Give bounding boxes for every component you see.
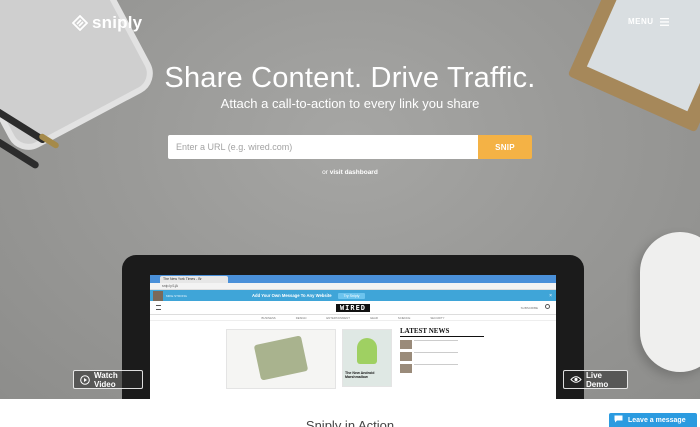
close-icon: × xyxy=(549,293,552,299)
sniply-cta-bar: MIKE STRONG Add Your Own Message To Any … xyxy=(150,290,556,301)
site-nav-item: DESIGN xyxy=(295,316,307,320)
live-demo-label: Live Demo xyxy=(586,370,609,389)
site-nav-item: BUSINESS xyxy=(261,316,276,320)
site-subscribe: SUBSCRIBE xyxy=(520,306,538,310)
article-card xyxy=(226,329,336,389)
list-item xyxy=(400,364,484,373)
leave-message-label: Leave a message xyxy=(628,416,686,424)
visit-dashboard-link[interactable]: visit dashboard xyxy=(330,169,378,176)
site-logo: WIRED xyxy=(335,303,371,312)
news-text xyxy=(414,364,458,371)
play-icon xyxy=(80,374,90,385)
site-nav-item: GEAR xyxy=(369,316,378,320)
android-image xyxy=(357,338,377,364)
live-demo-button[interactable]: Live Demo xyxy=(563,370,628,389)
article-image xyxy=(253,335,309,381)
watch-video-label: Watch Video xyxy=(94,370,118,389)
latest-news-title: LATEST NEWS xyxy=(400,327,484,337)
sniply-bar-name: MIKE STRONG xyxy=(166,293,188,298)
site-nav-item: SCIENCE xyxy=(397,316,411,320)
news-thumb xyxy=(400,352,412,361)
hamburger-icon xyxy=(156,305,161,310)
browser-tab: The New York Times - Br xyxy=(160,276,228,283)
news-text xyxy=(414,352,458,359)
laptop-mockup: The New York Times - Br snip.ly/1jA MIKE… xyxy=(122,255,584,399)
logo[interactable]: sniply xyxy=(72,13,142,33)
site-nav-item: SECURITY xyxy=(430,316,445,320)
site-header: WIRED SUBSCRIBE xyxy=(150,301,556,315)
site-nav-item: ENTERTAINMENT xyxy=(326,316,350,320)
chat-icon xyxy=(614,415,623,425)
leave-message-button[interactable]: Leave a message xyxy=(609,413,697,427)
page-title: Share Content. Drive Traffic. xyxy=(164,62,536,94)
sniply-bar-cta: Try Sniply xyxy=(337,292,366,299)
sniply-bar-message: Add Your Own Message To Any Website xyxy=(252,293,332,298)
list-item xyxy=(400,352,484,361)
news-text xyxy=(414,340,458,347)
dashboard-line: or visit dashboard xyxy=(0,169,700,176)
browser-url-bar: snip.ly/1jA xyxy=(150,283,556,290)
hamburger-icon xyxy=(659,17,669,26)
snip-form: SNIP xyxy=(168,135,532,159)
browser-tab-bar: The New York Times - Br xyxy=(150,275,556,283)
article-card: The New Android Marshmallow xyxy=(342,329,392,387)
search-icon xyxy=(545,304,550,309)
eye-icon xyxy=(570,375,582,384)
hero-section: sniply MENU Share Content. Drive Traffic… xyxy=(0,0,700,399)
dashboard-prefix: or xyxy=(322,169,328,176)
mouse-decoration xyxy=(640,232,700,372)
page-subtitle: Attach a call-to-action to every link yo… xyxy=(220,96,480,111)
logo-text: sniply xyxy=(92,13,143,32)
news-thumb xyxy=(400,340,412,349)
menu-label: MENU xyxy=(628,17,654,26)
list-item xyxy=(400,340,484,349)
section-title: Sniply in Action xyxy=(305,418,395,427)
news-thumb xyxy=(400,364,412,373)
watch-video-button[interactable]: Watch Video xyxy=(73,370,143,389)
menu-button[interactable]: MENU xyxy=(628,17,669,26)
url-input[interactable] xyxy=(168,135,478,159)
article-caption: The New Android Marshmallow xyxy=(345,371,375,379)
avatar xyxy=(153,290,163,301)
latest-news: LATEST NEWS xyxy=(400,327,484,397)
laptop-screen: The New York Times - Br snip.ly/1jA MIKE… xyxy=(150,275,556,399)
sniply-logo-icon xyxy=(72,15,88,31)
site-body: The New Android Marshmallow LATEST NEWS xyxy=(150,321,556,399)
snip-button[interactable]: SNIP xyxy=(478,135,532,159)
